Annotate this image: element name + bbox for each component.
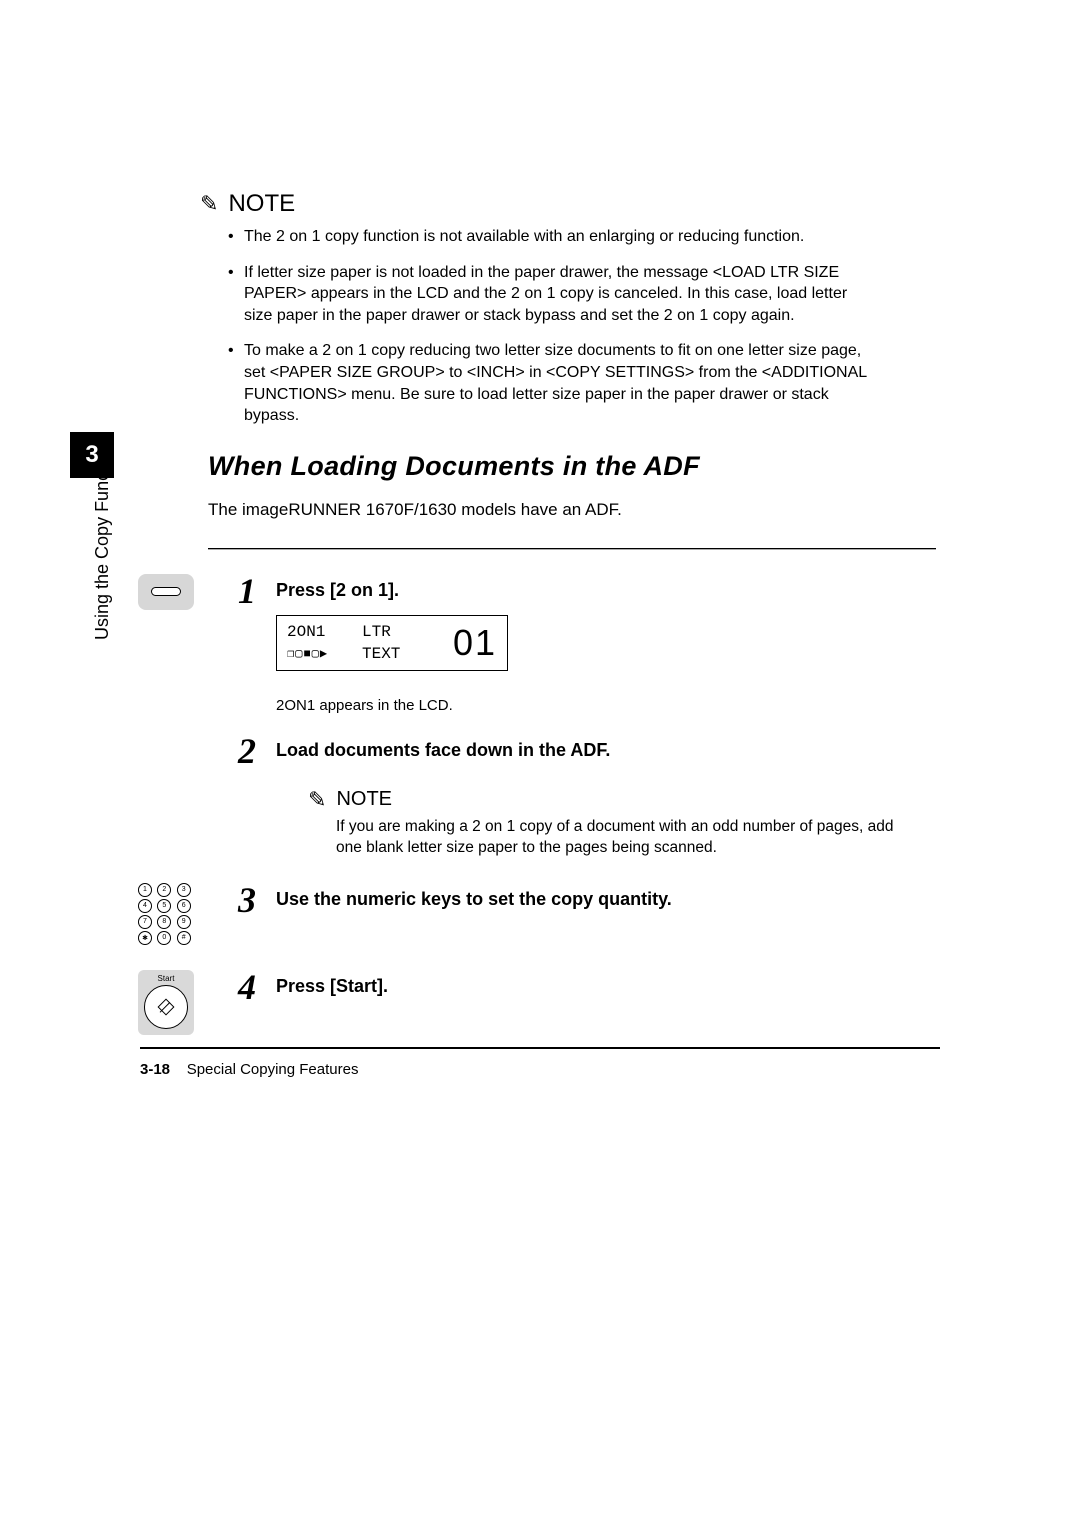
keypad-key: 6 xyxy=(177,899,191,913)
keypad-key: 7 xyxy=(138,915,152,929)
note-heading-text: NOTE xyxy=(336,788,392,811)
note-bullet: To make a 2 on 1 copy reducing two lette… xyxy=(228,340,868,426)
lcd-quality: TEXT xyxy=(362,645,437,663)
note-2-body: If you are making a 2 on 1 copy of a doc… xyxy=(336,817,896,859)
step-instruction: Use the numeric keys to set the copy qua… xyxy=(276,889,940,910)
side-chapter-label: Using the Copy Functions xyxy=(92,434,113,640)
keypad-key: 2 xyxy=(157,883,171,897)
step-instruction: Press [Start]. xyxy=(276,976,940,997)
lcd-mode: 2ON1 xyxy=(287,623,362,641)
keypad-key: 5 xyxy=(157,899,171,913)
step-1-caption: 2ON1 appears in the LCD. xyxy=(276,697,940,714)
section-heading: When Loading Documents in the ADF xyxy=(208,451,940,482)
note-1-bullets: The 2 on 1 copy function is not availabl… xyxy=(228,226,868,427)
note-bullet: The 2 on 1 copy function is not availabl… xyxy=(228,226,868,248)
pencil-icon: ✎ xyxy=(308,787,326,813)
pencil-icon: ✎ xyxy=(200,191,218,217)
lcd-quantity: 01 xyxy=(437,622,497,664)
page-number: 3-18 xyxy=(140,1061,170,1078)
step-3: 123456789✱0# 3 Use the numeric keys to s… xyxy=(208,889,940,910)
keypad-key: 4 xyxy=(138,899,152,913)
step-number: 4 xyxy=(238,966,256,1008)
step-number: 3 xyxy=(238,879,256,921)
page-footer: 3-18 Special Copying Features xyxy=(140,1061,940,1078)
button-2on1-icon xyxy=(138,574,194,610)
keypad-key: 1 xyxy=(138,883,152,897)
step-number: 2 xyxy=(238,730,256,772)
step-4: Start 4 Press [Start]. xyxy=(208,976,940,997)
keypad-key: 9 xyxy=(177,915,191,929)
start-button-icon: Start xyxy=(138,970,194,1035)
step-2: 2 Load documents face down in the ADF. xyxy=(208,740,940,761)
section-intro: The imageRUNNER 1670F/1630 models have a… xyxy=(208,500,940,520)
page-content: 3 Using the Copy Functions ✎ NOTE The 2 … xyxy=(140,190,940,1078)
note-heading-text: NOTE xyxy=(228,190,295,218)
footer-rule xyxy=(140,1047,940,1049)
footer-title: Special Copying Features xyxy=(187,1061,359,1078)
lcd-icons: ❐▢■▢▶ xyxy=(287,646,362,661)
separator xyxy=(208,548,936,550)
lcd-paper: LTR xyxy=(362,623,437,641)
note-bullet: If letter size paper is not loaded in th… xyxy=(228,262,868,327)
numeric-keypad-icon: 123 456 789 ✱ 0 # xyxy=(138,883,194,945)
lcd-display: 2ON1 LTR 01 ❐▢■▢▶ TEXT xyxy=(276,615,508,671)
note-heading-2: ✎ NOTE xyxy=(308,787,940,813)
step-1: 1 Press [2 on 1]. 2ON1 LTR 01 ❐▢■▢▶ TEXT xyxy=(208,580,940,671)
start-label: Start xyxy=(142,974,190,983)
keypad-key: 0 xyxy=(157,931,171,945)
step-instruction: Press [2 on 1]. xyxy=(276,580,940,601)
keypad-key: 3 xyxy=(177,883,191,897)
keypad-key: # xyxy=(177,931,191,945)
note-heading-1: ✎ NOTE xyxy=(200,190,940,218)
keypad-key: ✱ xyxy=(138,931,152,945)
keypad-key: 8 xyxy=(157,915,171,929)
step-number: 1 xyxy=(238,570,256,612)
step-instruction: Load documents face down in the ADF. xyxy=(276,740,940,761)
